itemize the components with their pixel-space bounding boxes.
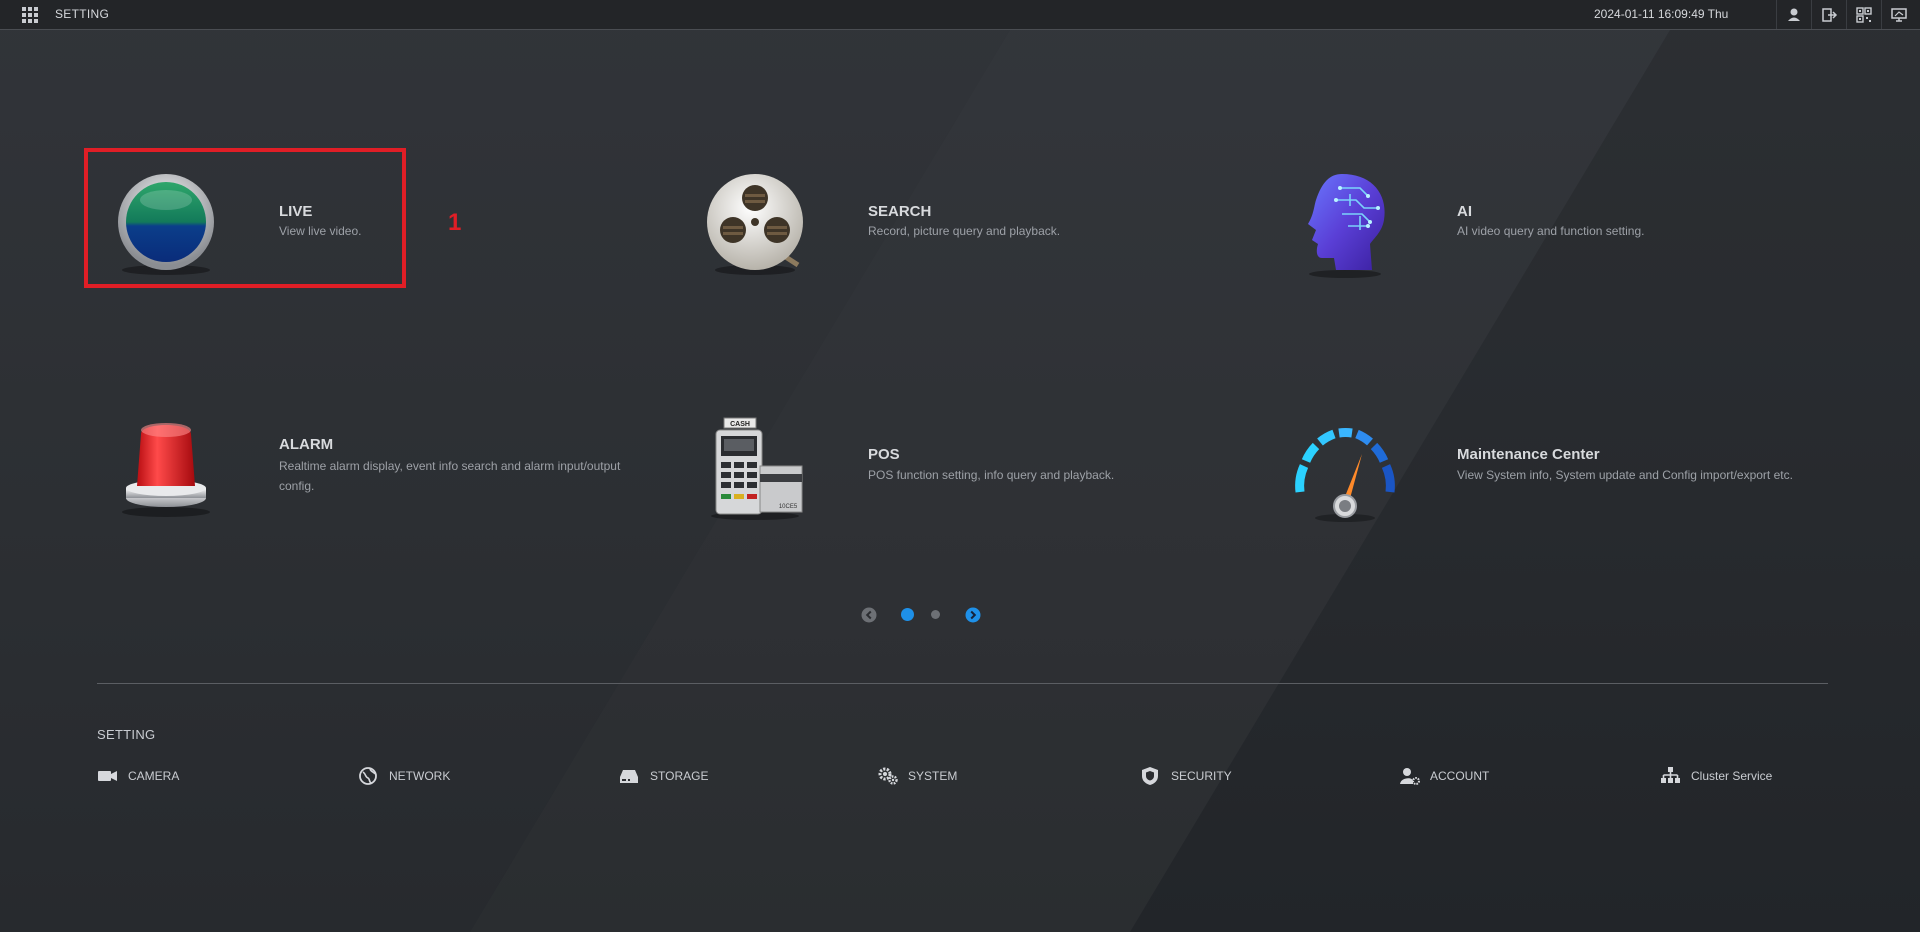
camera-icon [98, 771, 117, 781]
gears-icon [878, 767, 898, 785]
tile-title: AI [1457, 203, 1472, 220]
top-bar: SETTING 2024-01-11 16:09:49 Thu [0, 0, 1920, 30]
page-next-icon[interactable] [965, 607, 981, 623]
tile-description: AI video query and function setting. [1457, 224, 1645, 238]
settings-section-label: SETTING [97, 727, 156, 742]
topbar-separator [1881, 0, 1882, 29]
tile-title: ALARM [279, 436, 334, 453]
annotation-highlight-box [84, 148, 406, 288]
setting-label: SYSTEM [908, 769, 958, 783]
user-settings-icon [1400, 768, 1420, 785]
tile-title: SEARCH [868, 203, 932, 220]
datetime-display: 2024-01-11 16:09:49 Thu [1594, 7, 1729, 21]
network-globe-icon [359, 767, 377, 785]
logout-icon[interactable] [1820, 6, 1838, 24]
pos-terminal-icon: CASH 10CE5 [711, 417, 803, 520]
setting-label: SECURITY [1171, 769, 1232, 783]
pos-card-label: 10CE5 [779, 504, 798, 510]
annotation-number: 1 [448, 209, 462, 236]
film-reel-icon [707, 174, 803, 275]
tile-description: Realtime alarm display, event info searc… [279, 459, 621, 493]
storage-drive-icon [620, 770, 638, 783]
gauge-icon [1295, 428, 1395, 522]
topbar-separator [1846, 0, 1847, 29]
tile-description: POS function setting, info query and pla… [868, 468, 1115, 482]
ai-head-icon [1308, 174, 1385, 278]
setting-label: ACCOUNT [1430, 769, 1490, 783]
setting-label: Cluster Service [1691, 769, 1773, 783]
topbar-separator [1776, 0, 1777, 29]
tile-description: View System info, System update and Conf… [1457, 468, 1793, 482]
shield-icon [1142, 767, 1158, 785]
tile-title: Maintenance Center [1457, 446, 1600, 463]
page-dot-2[interactable] [931, 610, 940, 619]
tile-title: POS [868, 446, 900, 463]
monitor-icon[interactable] [1890, 6, 1908, 24]
user-icon[interactable] [1785, 6, 1803, 24]
setting-label: NETWORK [389, 769, 451, 783]
alarm-beacon-icon [122, 423, 210, 517]
qr-code-icon[interactable] [1855, 6, 1873, 24]
cluster-tree-icon [1661, 767, 1680, 783]
topbar-separator [1811, 0, 1812, 29]
page-prev-icon[interactable] [861, 607, 877, 623]
section-divider [97, 683, 1828, 684]
tile-description: Record, picture query and playback. [868, 224, 1061, 238]
page-title: SETTING [55, 7, 110, 21]
pos-cash-label: CASH [730, 421, 750, 428]
setting-label: STORAGE [650, 769, 709, 783]
app-grid-icon[interactable] [22, 7, 38, 23]
page-dot-1[interactable] [901, 608, 914, 621]
setting-label: CAMERA [128, 769, 180, 783]
